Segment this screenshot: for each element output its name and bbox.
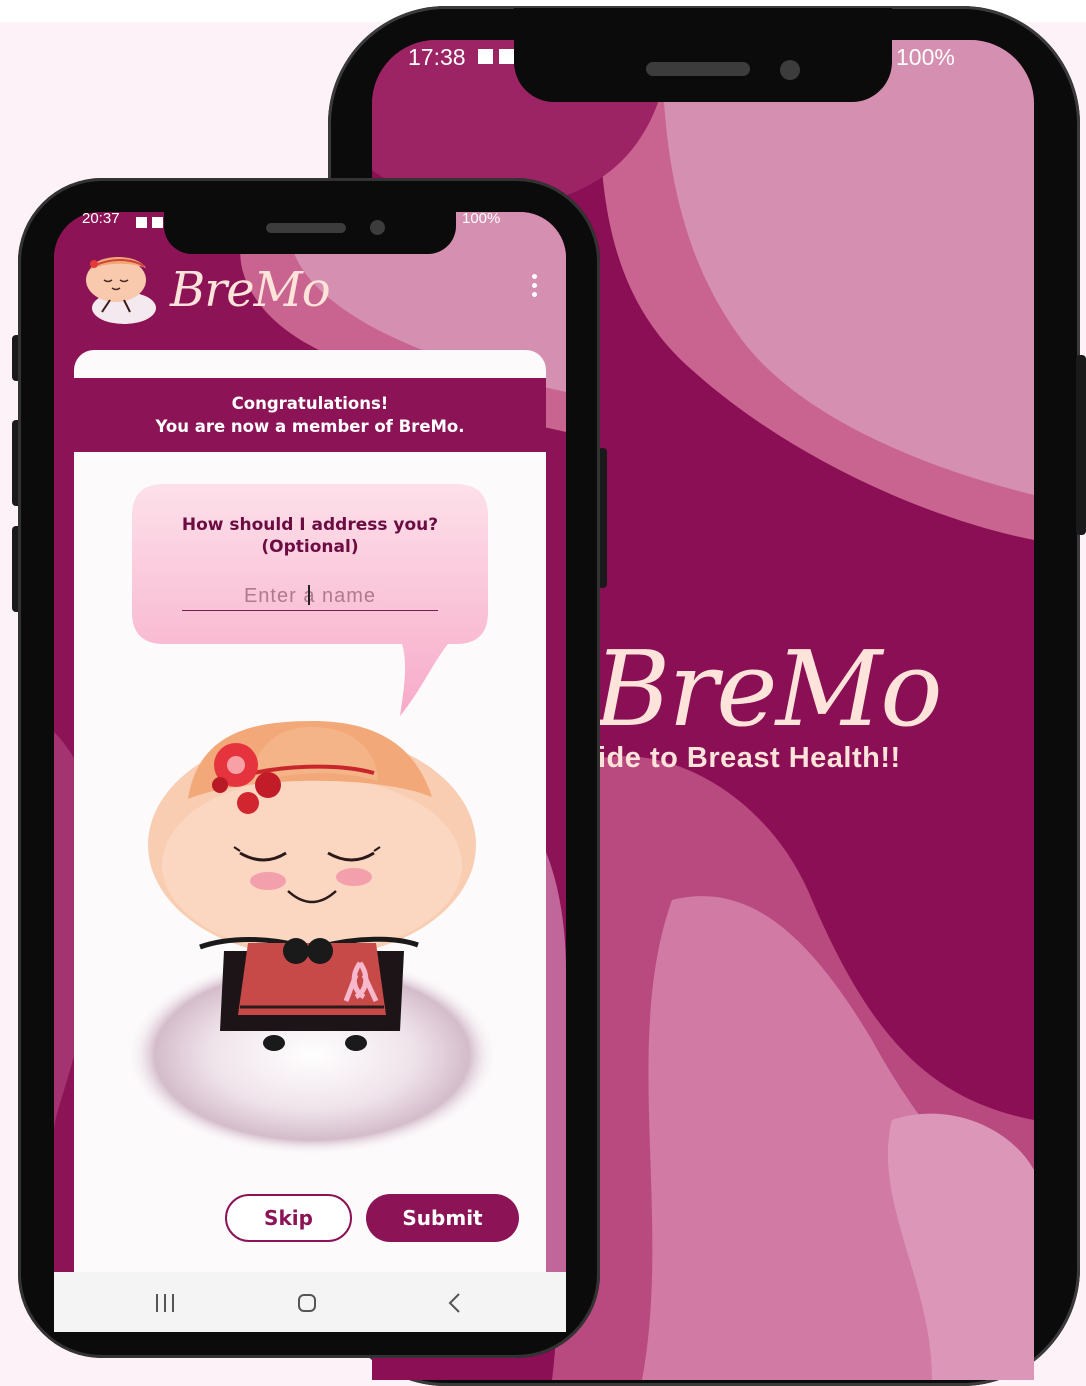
more-vert-icon (532, 292, 537, 297)
back-status-battery: 100% (896, 44, 955, 70)
back-icon[interactable] (444, 1292, 466, 1314)
name-prompt-optional: (Optional) (261, 537, 359, 557)
congratulations-title: Congratulations! (231, 394, 389, 413)
back-status-icons (478, 49, 520, 68)
system-navigation-bar (54, 1272, 566, 1332)
back-phone-speaker (646, 62, 750, 76)
name-prompt: How should I address you? (Optional) (134, 514, 486, 558)
overflow-menu-button[interactable] (520, 268, 548, 304)
front-status-battery: 100% (462, 210, 501, 227)
home-icon[interactable] (298, 1294, 316, 1312)
more-vert-icon (532, 283, 537, 288)
notification-icon (478, 49, 493, 64)
front-status-time: 20:37 (82, 210, 120, 227)
submit-button[interactable]: Submit (366, 1194, 519, 1242)
back-phone-side-button (1076, 355, 1086, 535)
front-camera-icon (370, 220, 385, 235)
bremo-mascot-illustration (128, 721, 497, 1155)
splash-logo: BreMo (594, 628, 943, 750)
back-phone-camera-icon (780, 60, 800, 80)
back-phone-notch (514, 8, 892, 102)
name-input[interactable] (182, 582, 438, 611)
recents-icon[interactable] (154, 1294, 176, 1312)
congratulations-banner: Congratulations! You are now a member of… (74, 378, 546, 452)
more-vert-icon (532, 274, 537, 279)
notification-icon (499, 49, 514, 64)
name-prompt-question: How should I address you? (181, 515, 439, 535)
gallery-icon (136, 217, 147, 228)
membership-message: You are now a member of BreMo. (155, 417, 465, 436)
back-status-time: 17:38 (408, 44, 466, 70)
splash-tagline: ide to Breast Health!! (598, 742, 901, 774)
front-status-icons (136, 213, 168, 232)
app-title: BreMo (170, 262, 331, 318)
notification-icon (152, 217, 163, 228)
bremo-mascot-logo-icon (86, 256, 156, 324)
text-cursor (308, 585, 310, 605)
front-phone-speaker (266, 223, 346, 233)
skip-button[interactable]: Skip (225, 1194, 352, 1242)
